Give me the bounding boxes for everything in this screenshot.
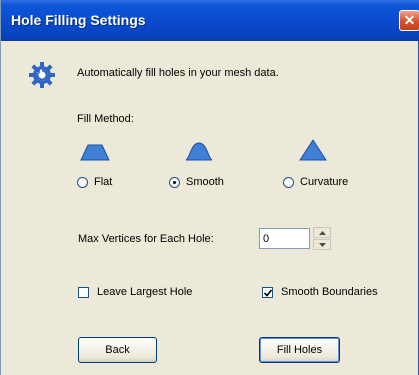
radio-curvature-label[interactable]: Curvature: [300, 176, 348, 188]
smooth-boundaries-checkbox[interactable]: [262, 287, 273, 298]
radio-smooth[interactable]: [169, 177, 180, 188]
chevron-up-icon: [319, 231, 326, 235]
close-icon: ✕: [403, 12, 416, 28]
checkmark-icon: [264, 289, 272, 297]
radio-flat[interactable]: [77, 177, 88, 188]
intro-text: Automatically fill holes in your mesh da…: [77, 67, 279, 79]
radio-curvature[interactable]: [283, 177, 294, 188]
back-button[interactable]: Back: [78, 337, 157, 363]
radio-flat-label[interactable]: Flat: [94, 176, 112, 188]
spin-up-button[interactable]: [313, 227, 331, 238]
max-vertices-input[interactable]: [259, 228, 310, 249]
max-vertices-label: Max Vertices for Each Hole:: [78, 233, 214, 245]
radio-smooth-label[interactable]: Smooth: [186, 176, 224, 188]
smooth-shape-icon: [185, 142, 213, 161]
leave-largest-hole-label[interactable]: Leave Largest Hole: [97, 286, 192, 298]
curvature-shape-icon: [299, 139, 327, 161]
max-vertices-spinner[interactable]: [313, 227, 331, 250]
spin-down-button[interactable]: [313, 239, 331, 250]
fill-method-label: Fill Method:: [77, 113, 134, 125]
leave-largest-hole-checkbox[interactable]: [78, 287, 89, 298]
close-button[interactable]: ✕: [399, 10, 419, 31]
smooth-boundaries-label[interactable]: Smooth Boundaries: [281, 286, 378, 298]
window-title: Hole Filling Settings: [11, 12, 146, 28]
flat-shape-icon: [80, 144, 110, 161]
chevron-down-icon: [319, 243, 326, 247]
gear-icon: [29, 62, 55, 88]
title-bar[interactable]: Hole Filling Settings ✕: [1, 0, 419, 41]
fill-holes-button[interactable]: Fill Holes: [259, 337, 340, 363]
dialog-window: Hole Filling Settings ✕ Automatically fi…: [0, 0, 419, 375]
